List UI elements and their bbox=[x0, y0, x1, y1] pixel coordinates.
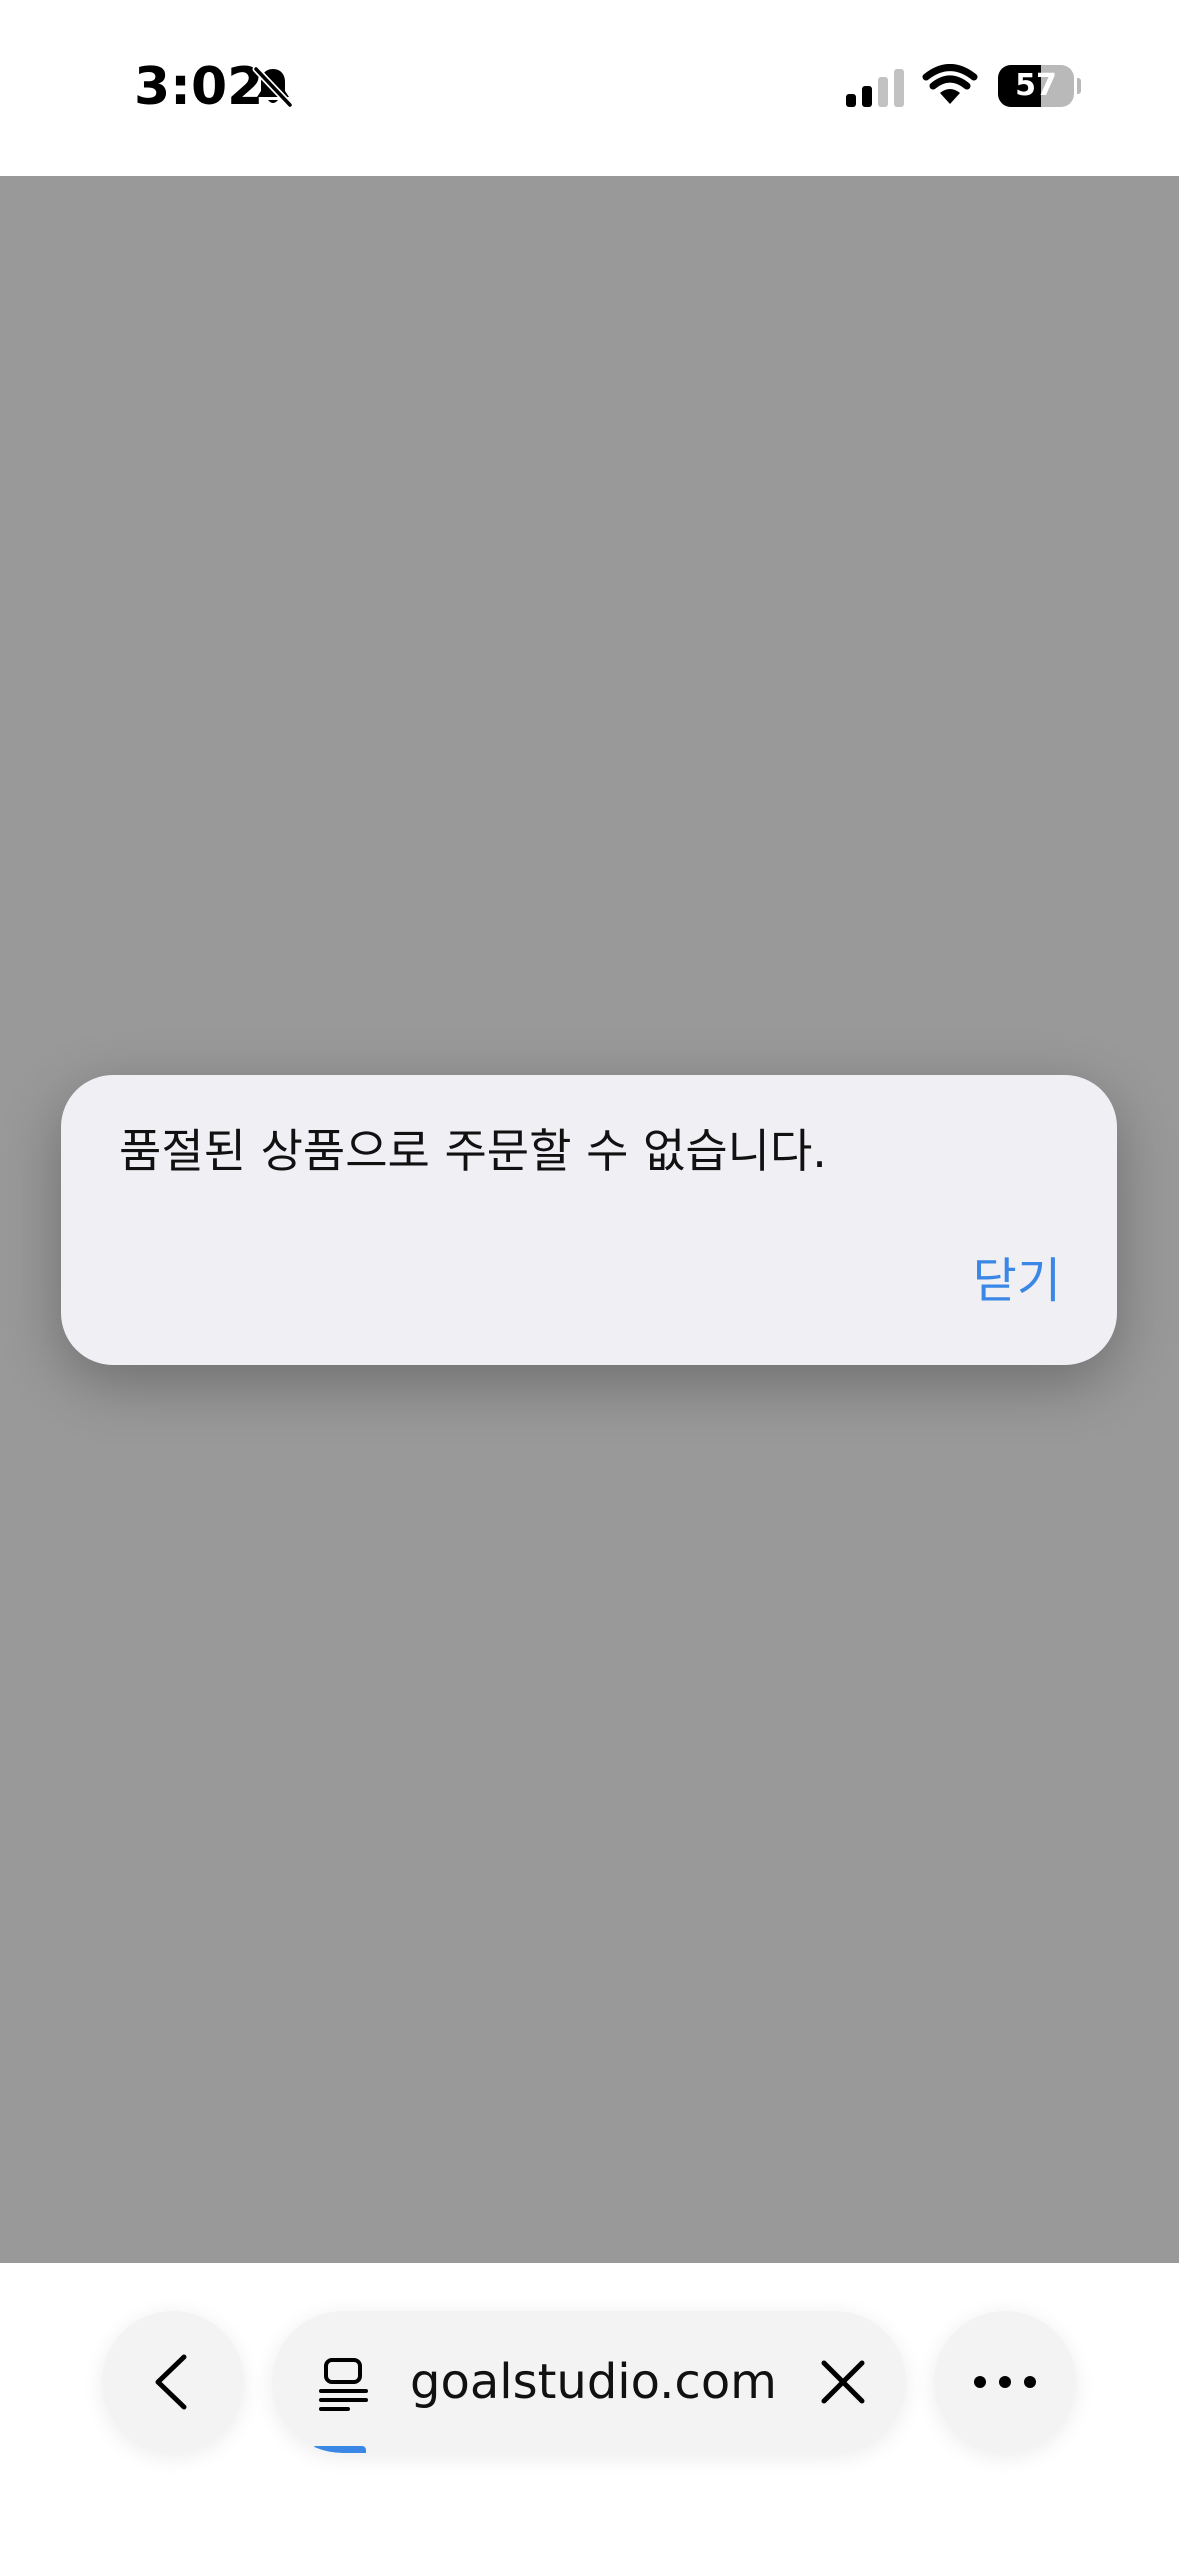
status-bar: 3:02 57 bbox=[0, 0, 1179, 176]
chevron-left-icon bbox=[155, 2354, 187, 2410]
battery-cap bbox=[1077, 78, 1081, 94]
address-bar[interactable]: goalstudio.com bbox=[272, 2311, 906, 2453]
cellular-signal-icon bbox=[846, 69, 904, 107]
alert-dialog: 품절된 상품으로 주문할 수 없습니다. 닫기 bbox=[61, 1075, 1117, 1365]
page-load-progress bbox=[312, 2446, 366, 2453]
back-button[interactable] bbox=[102, 2311, 244, 2453]
battery-level: 57 bbox=[1015, 68, 1057, 103]
tabs-icon[interactable] bbox=[318, 2357, 370, 2413]
close-icon[interactable] bbox=[818, 2357, 868, 2407]
browser-toolbar: goalstudio.com bbox=[0, 2263, 1179, 2556]
close-button[interactable]: 닫기 bbox=[973, 1249, 1061, 1313]
status-time: 3:02 bbox=[134, 57, 264, 117]
wifi-icon bbox=[922, 64, 978, 104]
alert-message: 품절된 상품으로 주문할 수 없습니다. bbox=[119, 1124, 827, 1178]
url-text[interactable]: goalstudio.com bbox=[410, 2349, 777, 2415]
bell-slash-icon bbox=[252, 65, 294, 109]
battery-indicator: 57 bbox=[998, 65, 1081, 107]
ellipsis-icon bbox=[974, 2376, 1036, 2388]
battery-body: 57 bbox=[998, 65, 1074, 107]
more-button[interactable] bbox=[934, 2311, 1076, 2453]
